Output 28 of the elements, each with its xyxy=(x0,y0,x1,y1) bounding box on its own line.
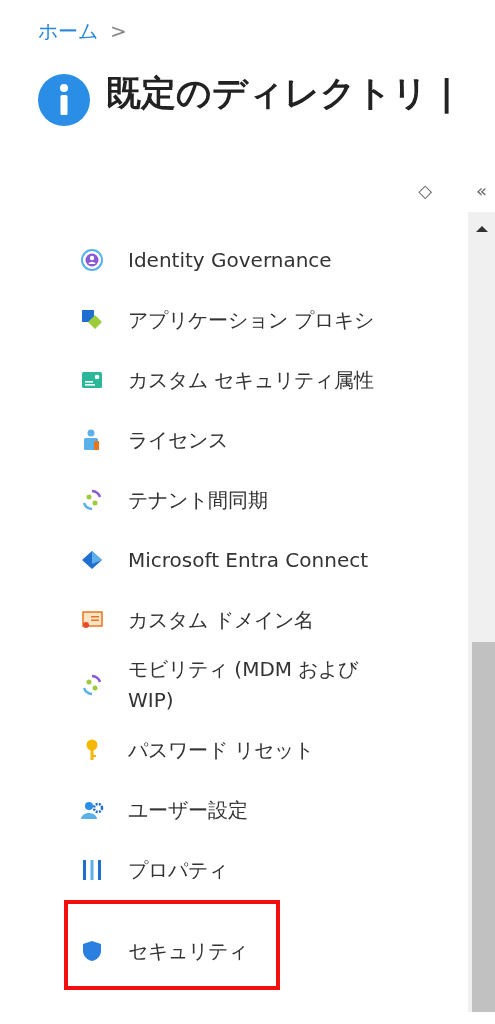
collapse-button[interactable]: « xyxy=(476,176,487,206)
bars-icon xyxy=(80,858,104,882)
nav-item[interactable]: ユーザー設定 xyxy=(64,780,436,840)
grid-diamond-icon xyxy=(80,308,104,332)
breadcrumb-separator: > xyxy=(110,19,127,43)
sync-icon xyxy=(80,673,104,697)
scrollbar[interactable] xyxy=(468,212,495,1012)
nav-item[interactable]: セキュリティ xyxy=(64,900,280,990)
scrollbar-thumb[interactable] xyxy=(472,642,495,1012)
breadcrumb-link[interactable]: ホーム xyxy=(38,17,98,45)
nav-item[interactable]: カスタム セキュリティ属性 xyxy=(64,350,436,410)
sync-icon xyxy=(80,488,104,512)
sort-button[interactable]: ◇ xyxy=(418,176,432,206)
nav-item[interactable]: パスワード リセット xyxy=(64,720,436,780)
page-title: 既定のディレクトリ | xyxy=(106,71,453,116)
nav-item[interactable]: モビリティ (MDM および WIP) xyxy=(64,650,436,720)
nav-item[interactable]: Microsoft Entra Connect xyxy=(64,530,436,590)
diamond-icon xyxy=(80,548,104,572)
info-icon xyxy=(38,74,90,126)
nav-item[interactable]: Identity Governance xyxy=(64,230,436,290)
person-circle-icon xyxy=(80,248,104,272)
shield-icon xyxy=(80,939,104,963)
nav-item[interactable]: アプリケーション プロキシ xyxy=(64,290,436,350)
nav-item[interactable]: ライセンス xyxy=(64,410,436,470)
scroll-up-arrow[interactable] xyxy=(475,226,488,232)
nav-item[interactable]: プロパティ xyxy=(64,840,436,900)
nav-item[interactable]: カスタム ドメイン名 xyxy=(64,590,436,650)
nav-item[interactable]: テナント間同期 xyxy=(64,470,436,530)
